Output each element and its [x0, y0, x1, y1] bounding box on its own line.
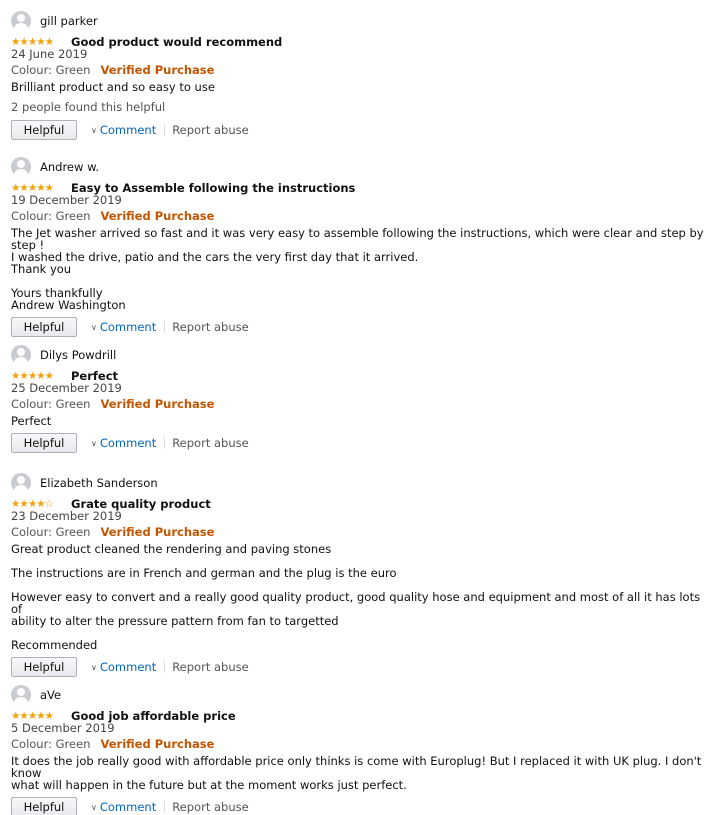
review-body: Brilliant product and so easy to use — [11, 81, 711, 93]
review-date: 23 December 2019 — [11, 509, 122, 523]
review-date: 5 December 2019 — [11, 721, 115, 735]
chevron-down-icon: ∨ — [91, 662, 97, 672]
helpful-button[interactable]: Helpful — [11, 317, 77, 337]
reviewer-profile[interactable]: Andrew w. — [11, 157, 711, 177]
colour-variant[interactable]: Colour: Green — [11, 397, 90, 411]
report-abuse-link[interactable]: Report abuse — [172, 660, 248, 674]
chevron-down-icon: ∨ — [91, 125, 97, 135]
divider — [164, 124, 166, 136]
review: gill parker ★★★★★ Good product would rec… — [11, 11, 711, 140]
chevron-down-icon: ∨ — [91, 802, 97, 812]
review-body: The Jet washer arrived so fast and it wa… — [11, 227, 711, 311]
verified-purchase-badge[interactable]: Verified Purchase — [100, 737, 214, 751]
review-text-line — [11, 627, 711, 639]
verified-purchase-badge[interactable]: Verified Purchase — [100, 209, 214, 223]
review: Elizabeth Sanderson ★★★★☆ Grate quality … — [11, 473, 711, 677]
report-abuse-link[interactable]: Report abuse — [172, 436, 248, 450]
avatar — [11, 157, 31, 177]
review-text-line: Recommended — [11, 638, 98, 652]
divider — [164, 437, 166, 449]
avatar — [11, 11, 31, 31]
review-text-line — [11, 275, 711, 287]
avatar — [11, 685, 31, 705]
reviewer-name[interactable]: Elizabeth Sanderson — [40, 476, 158, 490]
review: Andrew w. ★★★★★ Easy to Assemble followi… — [11, 157, 711, 337]
verified-purchase-badge[interactable]: Verified Purchase — [100, 397, 214, 411]
review-text-line: what will happen in the future but at th… — [11, 778, 407, 792]
chevron-down-icon: ∨ — [91, 322, 97, 332]
review-text-line: It does the job really good with afforda… — [11, 754, 702, 780]
divider — [164, 321, 166, 333]
comment-link[interactable]: ∨ Comment — [91, 800, 156, 814]
review-text-line: Brilliant product and so easy to use — [11, 80, 215, 94]
review-date: 19 December 2019 — [11, 193, 122, 207]
comment-link[interactable]: ∨ Comment — [91, 436, 156, 450]
divider — [164, 661, 166, 673]
comment-link[interactable]: ∨ Comment — [91, 123, 156, 137]
helpful-button[interactable]: Helpful — [11, 797, 77, 815]
report-abuse-link[interactable]: Report abuse — [172, 800, 248, 814]
reviewer-profile[interactable]: Elizabeth Sanderson — [11, 473, 711, 493]
reviewer-profile[interactable]: aVe — [11, 685, 711, 705]
report-abuse-link[interactable]: Report abuse — [172, 320, 248, 334]
reviewer-name[interactable]: gill parker — [40, 14, 98, 28]
comment-link[interactable]: ∨ Comment — [91, 320, 156, 334]
chevron-down-icon: ∨ — [91, 438, 97, 448]
verified-purchase-badge[interactable]: Verified Purchase — [100, 63, 214, 77]
review-date: 25 December 2019 — [11, 381, 122, 395]
reviewer-name[interactable]: Dilys Powdrill — [40, 348, 116, 362]
reviews-list: gill parker ★★★★★ Good product would rec… — [0, 0, 719, 815]
reviewer-profile[interactable]: gill parker — [11, 11, 711, 31]
review-text-line: The Jet washer arrived so fast and it wa… — [11, 226, 704, 252]
review-text-line: Thank you — [11, 262, 72, 276]
reviewer-name[interactable]: aVe — [40, 688, 61, 702]
review-date: 24 June 2019 — [11, 47, 88, 61]
reviewer-name[interactable]: Andrew w. — [40, 160, 99, 174]
report-abuse-link[interactable]: Report abuse — [172, 123, 248, 137]
colour-variant[interactable]: Colour: Green — [11, 209, 90, 223]
avatar — [11, 345, 31, 365]
comment-link[interactable]: ∨ Comment — [91, 660, 156, 674]
review-text-line: However easy to convert and a really goo… — [11, 590, 701, 616]
avatar — [11, 473, 31, 493]
reviewer-profile[interactable]: Dilys Powdrill — [11, 345, 711, 365]
review-body: Great product cleaned the rendering and … — [11, 543, 711, 651]
helpful-button[interactable]: Helpful — [11, 120, 77, 140]
review-title[interactable]: Good product would recommend — [71, 35, 282, 49]
review: Dilys Powdrill ★★★★★ Perfect 25 December… — [11, 345, 711, 453]
helpful-button[interactable]: Helpful — [11, 657, 77, 677]
verified-purchase-badge[interactable]: Verified Purchase — [100, 525, 214, 539]
review-body: It does the job really good with afforda… — [11, 755, 711, 791]
colour-variant[interactable]: Colour: Green — [11, 525, 90, 539]
colour-variant[interactable]: Colour: Green — [11, 737, 90, 751]
review-text-line: Andrew Washington — [11, 298, 126, 312]
review-text-line: ability to alter the pressure pattern fr… — [11, 614, 339, 628]
review-text-line: Perfect — [11, 414, 52, 428]
helpful-count: 2 people found this helpful — [11, 100, 166, 114]
colour-variant[interactable]: Colour: Green — [11, 63, 90, 77]
review-text-line: Great product cleaned the rendering and … — [11, 542, 332, 556]
divider — [164, 801, 166, 813]
review-body: Perfect — [11, 415, 711, 427]
helpful-button[interactable]: Helpful — [11, 433, 77, 453]
review: aVe ★★★★★ Good job affordable price 5 De… — [11, 685, 711, 815]
review-text-line: The instructions are in French and germa… — [11, 566, 397, 580]
review-text-line: I washed the drive, patio and the cars t… — [11, 250, 419, 264]
